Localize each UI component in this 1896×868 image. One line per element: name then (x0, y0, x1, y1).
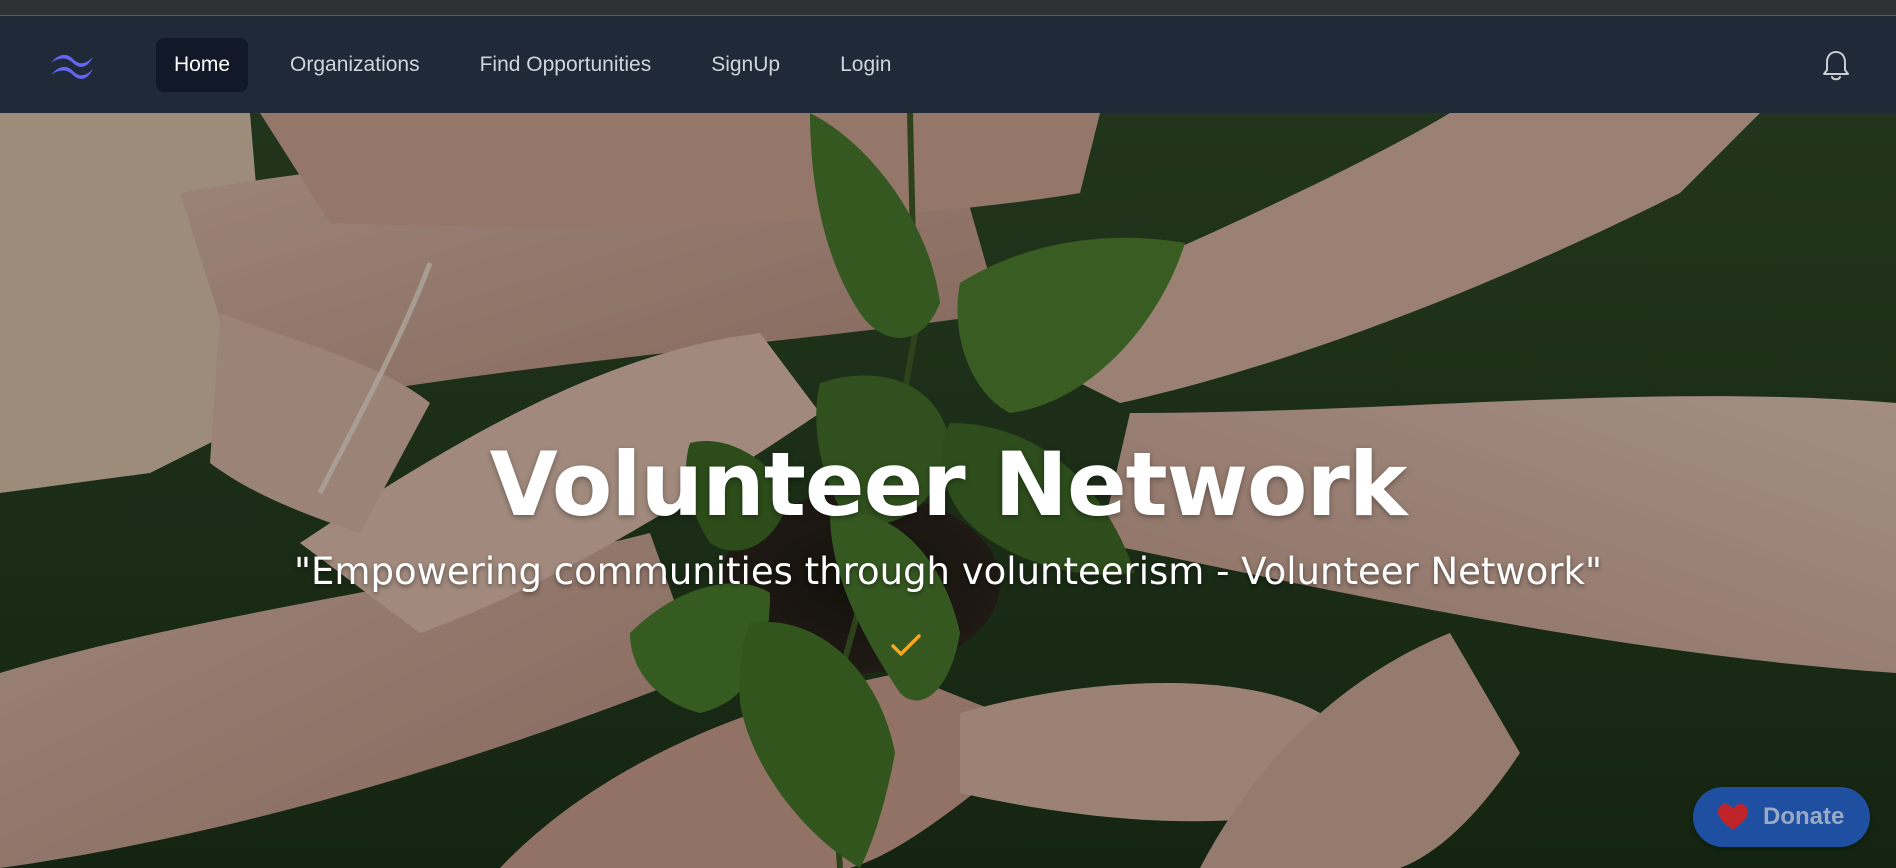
hero-section: Volunteer Network "Empowering communitie… (0, 113, 1896, 868)
donate-label: Donate (1763, 803, 1845, 830)
nav-menu: Home Organizations Find Opportunities Si… (156, 38, 933, 92)
nav-item-organizations[interactable]: Organizations (272, 38, 438, 92)
nav-item-signup[interactable]: SignUp (693, 38, 798, 92)
nav-item-find-opportunities[interactable]: Find Opportunities (462, 38, 670, 92)
heart-icon (1718, 804, 1748, 830)
top-navbar: Home Organizations Find Opportunities Si… (0, 16, 1896, 113)
hero-title: Volunteer Network (489, 433, 1408, 536)
browser-top-strip (0, 0, 1896, 16)
nav-item-home[interactable]: Home (156, 38, 249, 92)
tailwind-wave-logo-icon[interactable] (47, 49, 97, 81)
check-chevron-icon[interactable] (890, 633, 922, 659)
nav-item-login[interactable]: Login (822, 38, 909, 92)
donate-button[interactable]: Donate (1693, 787, 1870, 847)
bell-icon[interactable] (1820, 49, 1852, 83)
hero-tagline: "Empowering communities through voluntee… (294, 550, 1602, 593)
